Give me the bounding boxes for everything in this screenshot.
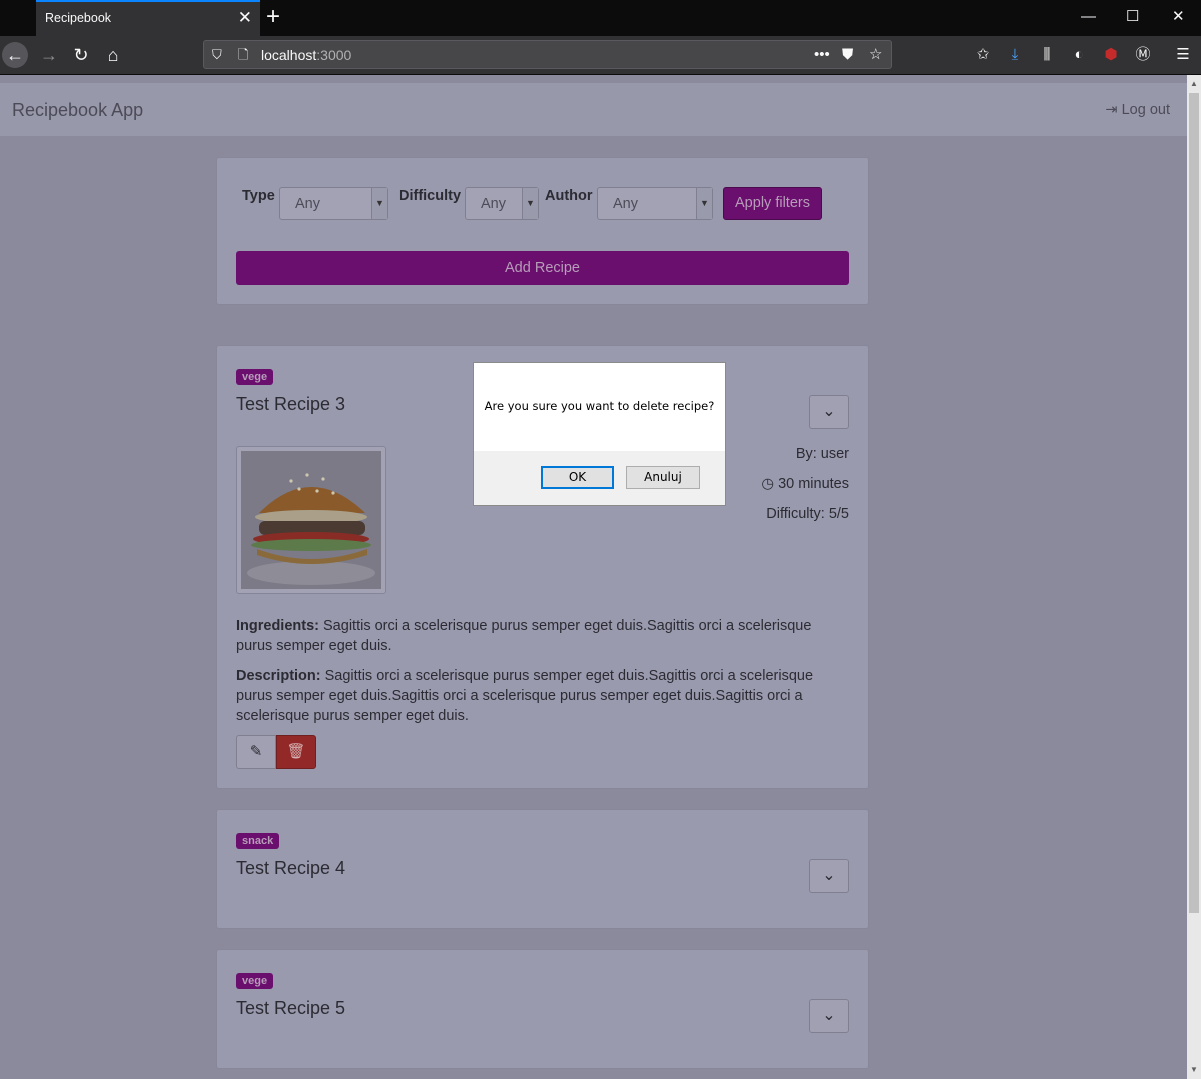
collapse-toggle-button[interactable]: ⌄ xyxy=(809,395,849,429)
forward-arrow-icon[interactable]: → xyxy=(36,42,62,68)
chevron-down-icon: ⌄ xyxy=(822,403,836,420)
recipe-ingredients: Ingredients: Sagittis orci a scelerisque… xyxy=(236,616,851,656)
url-port: :3000 xyxy=(316,47,352,63)
url-host: localhost xyxy=(261,47,317,63)
edit-recipe-button[interactable]: ✎ xyxy=(236,735,276,769)
ok-button[interactable]: OK xyxy=(541,466,614,489)
confirm-dialog: Are you sure you want to delete recipe? … xyxy=(473,362,726,506)
dialog-message: Are you sure you want to delete recipe? xyxy=(484,399,715,413)
browser-navbar: ← → ↻ ⌂ ⛉ 🗋 localhost:3000 ••• ⛊ ☆ ✩ ⤓ ⫼… xyxy=(0,36,1201,75)
logout-link[interactable]: ⇥ Log out xyxy=(1105,102,1170,118)
ingredients-text: Sagittis orci a scelerisque purus semper… xyxy=(236,618,812,654)
description-text: Sagittis orci a scelerisque purus semper… xyxy=(236,668,814,724)
dialog-footer: OK Anuluj xyxy=(474,451,725,505)
menu-icon[interactable]: ☰ xyxy=(1172,42,1194,68)
more-actions-icon[interactable]: ••• xyxy=(814,44,830,66)
cancel-button[interactable]: Anuluj xyxy=(626,466,700,489)
chevron-down-icon: ⌄ xyxy=(822,1007,836,1024)
logout-label: Log out xyxy=(1121,102,1170,118)
recipe-type-badge: snack xyxy=(236,833,280,849)
recipe-description: Description: Sagittis orci a scelerisque… xyxy=(236,666,851,726)
author-select-value: Any xyxy=(613,196,638,212)
recipe-title: Test Recipe 4 xyxy=(236,858,346,878)
burger-image xyxy=(241,451,381,589)
delete-recipe-button[interactable]: 🗑 xyxy=(276,735,316,769)
home-icon[interactable]: ⌂ xyxy=(100,42,126,68)
browser-tabbar: Recipebook ✕ + — ☐ ✕ xyxy=(0,0,1201,36)
page-content: Recipebook App ⇥ Log out Type Any ▼ Diff… xyxy=(0,75,1187,1079)
browser-tab[interactable]: Recipebook ✕ xyxy=(36,0,260,36)
expand-toggle-button[interactable]: ⌄ xyxy=(809,999,849,1033)
reload-icon[interactable]: ↻ xyxy=(68,42,94,68)
recipe-type-badge: vege xyxy=(236,369,274,385)
maximize-button[interactable]: ☐ xyxy=(1126,8,1139,26)
scrollbar-thumb[interactable] xyxy=(1189,93,1199,913)
type-select[interactable]: Any ▼ xyxy=(279,187,388,220)
page-info-icon[interactable]: 🗋 xyxy=(238,44,248,66)
logout-icon: ⇥ xyxy=(1105,102,1118,118)
account-icon[interactable]: Ⓜ xyxy=(1132,42,1154,68)
difficulty-label: Difficulty xyxy=(399,188,462,204)
edit-icon: ✎ xyxy=(249,743,263,760)
bookmark-star-icon[interactable]: ☆ xyxy=(869,44,882,66)
extension-icon[interactable]: ◐ xyxy=(1068,42,1090,68)
type-label: Type xyxy=(242,188,275,204)
url-text: localhost:3000 xyxy=(261,47,351,63)
recipe-title: Test Recipe 3 xyxy=(236,394,346,414)
recipe-author: By: user xyxy=(795,446,849,462)
recipe-difficulty: Difficulty: 5/5 xyxy=(766,506,849,522)
page-scrollbar[interactable]: ▲ ▼ xyxy=(1187,75,1201,1079)
filter-card: Type Any ▼ Difficulty Any ▼ Author Any ▼… xyxy=(216,157,869,305)
difficulty-select-value: Any xyxy=(481,196,506,212)
description-label: Description: xyxy=(236,668,321,684)
tab-close-icon[interactable]: ✕ xyxy=(238,8,252,28)
recipe-card: snack Test Recipe 4 ⌄ xyxy=(216,809,869,929)
pocket-icon[interactable]: ⛊ xyxy=(842,44,853,66)
trash-icon: 🗑 xyxy=(286,743,306,760)
brand-link[interactable]: Recipebook App xyxy=(12,100,143,121)
new-tab-button[interactable]: + xyxy=(266,4,280,30)
minimize-button[interactable]: — xyxy=(1081,8,1096,26)
url-bar[interactable]: ⛉ 🗋 localhost:3000 ••• ⛊ ☆ xyxy=(203,40,892,69)
recipe-card: vege Test Recipe 5 ⌄ xyxy=(216,949,869,1069)
recipe-type-badge: vege xyxy=(236,973,274,989)
reader-star-icon[interactable]: ✩ xyxy=(972,42,994,68)
scroll-down-icon[interactable]: ▼ xyxy=(1187,1063,1201,1077)
shield-icon[interactable]: ⛉ xyxy=(212,44,222,66)
type-select-value: Any xyxy=(295,196,320,212)
download-icon[interactable]: ⤓ xyxy=(1004,42,1026,68)
chevron-down-icon: ⌄ xyxy=(822,867,836,884)
back-arrow-icon[interactable]: ← xyxy=(2,42,28,68)
tab-title: Recipebook xyxy=(45,11,112,25)
recipe-title: Test Recipe 5 xyxy=(236,998,346,1018)
chevron-down-icon: ▼ xyxy=(371,188,387,219)
difficulty-select[interactable]: Any ▼ xyxy=(465,187,539,220)
recipe-time: ◷ 30 minutes xyxy=(761,476,849,492)
ingredients-label: Ingredients: xyxy=(236,618,319,634)
chevron-down-icon: ▼ xyxy=(522,188,538,219)
author-label: Author xyxy=(545,188,593,204)
recipe-image xyxy=(236,446,386,594)
recipe-time-value: 30 minutes xyxy=(778,476,849,492)
clock-icon: ◷ xyxy=(761,476,775,492)
close-window-button[interactable]: ✕ xyxy=(1172,8,1185,26)
chevron-down-icon: ▼ xyxy=(696,188,712,219)
author-select[interactable]: Any ▼ xyxy=(597,187,713,220)
apply-filters-button[interactable]: Apply filters xyxy=(723,187,822,220)
app-navbar: Recipebook App ⇥ Log out xyxy=(0,83,1187,136)
add-recipe-button[interactable]: Add Recipe xyxy=(236,251,849,285)
expand-toggle-button[interactable]: ⌄ xyxy=(809,859,849,893)
scroll-up-icon[interactable]: ▲ xyxy=(1187,77,1201,91)
library-icon[interactable]: ⫼ xyxy=(1036,42,1058,68)
ublock-icon[interactable]: ⬢ xyxy=(1100,42,1122,68)
